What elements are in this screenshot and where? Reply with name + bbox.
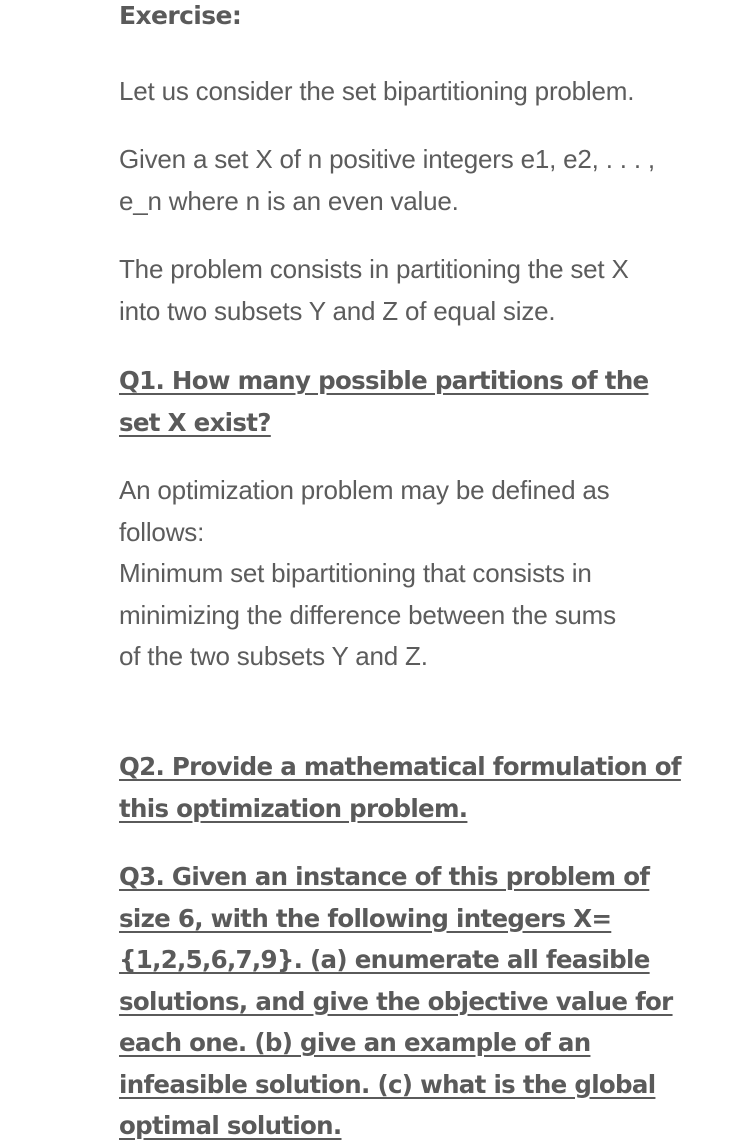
- exercise-title: Exercise:: [119, 1, 242, 30]
- given-line-2: e_n where n is an even value.: [119, 185, 459, 216]
- given-line-1: Given a set X of n positive integers e1,…: [119, 144, 655, 174]
- optimization-paragraph: An optimization problem may be defined a…: [119, 470, 719, 678]
- question-3-line-7: optimal solution.: [119, 1111, 342, 1140]
- intro-line: Let us consider the set bipartitioning p…: [119, 76, 635, 106]
- question-3-line-4: solutions, and give the objective value …: [119, 986, 673, 1016]
- question-3-line-3: {1,2,5,6,7,9}. (a) enumerate all feasibl…: [119, 945, 650, 974]
- intro-paragraph: Let us consider the set bipartitioning p…: [119, 71, 719, 113]
- question-3-line-2: size 6, with the following integers X=: [119, 903, 612, 933]
- optimization-line-2: follows:: [119, 516, 205, 547]
- problem-paragraph: The problem consists in partitioning the…: [119, 249, 719, 332]
- question-1: Q1. How many possible partitions of the …: [119, 360, 719, 443]
- optimization-line-5: of the two subsets Y and Z.: [119, 641, 428, 671]
- question-3: Q3. Given an instance of this problem of…: [119, 856, 719, 1147]
- problem-line-1: The problem consists in partitioning the…: [119, 254, 629, 284]
- question-3-line-6: infeasible solution. (c) what is the glo…: [119, 1069, 656, 1099]
- optimization-line-1: An optimization problem may be defined a…: [119, 475, 610, 505]
- optimization-line-4: minimizing the difference between the su…: [119, 599, 616, 630]
- question-2-line-1: Q2. Provide a mathematical formulation o…: [119, 752, 682, 781]
- problem-line-2: into two subsets Y and Z of equal size.: [119, 295, 556, 326]
- question-3-line-5: each one. (b) give an example of an: [119, 1028, 591, 1057]
- optimization-line-3: Minimum set bipartitioning that consists…: [119, 558, 592, 588]
- question-2: Q2. Provide a mathematical formulation o…: [119, 746, 719, 829]
- given-paragraph: Given a set X of n positive integers e1,…: [119, 139, 719, 222]
- question-1-line-1: Q1. How many possible partitions of the: [119, 366, 649, 395]
- question-2-line-2: this optimization problem.: [119, 793, 468, 823]
- question-3-line-1: Q3. Given an instance of this problem of: [119, 862, 650, 891]
- question-1-line-2: set X exist?: [119, 407, 271, 437]
